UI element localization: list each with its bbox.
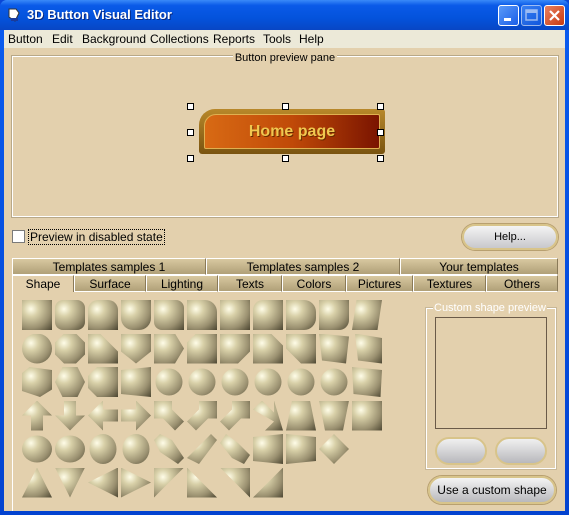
custom-shape-preview-group: Custom shape preview <box>425 302 557 470</box>
minimize-icon <box>504 18 511 21</box>
use-custom-shape-button[interactable]: Use a custom shape <box>428 476 556 504</box>
shape-option[interactable] <box>319 333 349 364</box>
tab-others[interactable]: Others <box>486 275 558 292</box>
template-tabs: Templates samples 1 Templates samples 2 … <box>12 258 558 275</box>
minimize-button[interactable] <box>498 5 519 26</box>
resize-handle-n[interactable] <box>282 103 289 110</box>
tab-templates-samples-1[interactable]: Templates samples 1 <box>12 258 206 275</box>
resize-handle-nw[interactable] <box>187 103 194 110</box>
disabled-state-label[interactable]: Preview in disabled state <box>28 229 165 245</box>
tab-templates-samples-2[interactable]: Templates samples 2 <box>206 258 400 275</box>
preview-pane-legend: Button preview pane <box>232 52 338 64</box>
button-preview-pane: Button preview pane Home page <box>11 52 559 218</box>
menu-bar: Button Edit Background Collections Repor… <box>4 30 565 48</box>
tab-shape[interactable]: Shape <box>12 275 74 292</box>
shape-option[interactable] <box>121 300 151 330</box>
title-bar[interactable]: 3D Button Visual Editor <box>0 0 569 30</box>
menu-edit[interactable]: Edit <box>52 32 73 46</box>
maximize-button[interactable] <box>521 5 542 26</box>
shape-option[interactable] <box>22 300 52 330</box>
custom-shape-load-button[interactable] <box>435 437 487 465</box>
shape-option[interactable] <box>22 333 52 364</box>
tab-your-templates[interactable]: Your templates <box>400 258 558 275</box>
resize-handle-e[interactable] <box>377 129 384 136</box>
menu-collections[interactable]: Collections <box>150 32 209 46</box>
custom-shape-preview <box>435 317 547 429</box>
app-icon <box>8 8 20 22</box>
resize-handle-sw[interactable] <box>187 155 194 162</box>
custom-shape-legend: Custom shape preview <box>433 302 547 314</box>
shape-option[interactable] <box>352 400 382 431</box>
shape-option[interactable] <box>88 300 118 330</box>
tab-pictures[interactable]: Pictures <box>346 275 413 292</box>
tab-texts[interactable]: Texts <box>218 275 282 292</box>
shape-option[interactable] <box>55 300 85 330</box>
menu-background[interactable]: Background <box>82 32 146 46</box>
shape-option[interactable] <box>352 367 382 397</box>
menu-help[interactable]: Help <box>299 32 324 46</box>
resize-handle-se[interactable] <box>377 155 384 162</box>
preview-button-label: Home page <box>248 122 336 140</box>
tab-surface[interactable]: Surface <box>74 275 146 292</box>
custom-shape-clear-button[interactable] <box>495 437 547 465</box>
maximize-icon <box>525 9 538 21</box>
shape-option[interactable] <box>253 300 283 330</box>
tab-textures[interactable]: Textures <box>413 275 486 292</box>
property-tabs: Shape Surface Lighting Texts Colors Pict… <box>12 275 558 292</box>
shape-option[interactable] <box>220 300 250 330</box>
menu-tools[interactable]: Tools <box>263 32 291 46</box>
window-title: 3D Button Visual Editor <box>27 7 172 22</box>
client-area: Button Edit Background Collections Repor… <box>4 30 565 511</box>
shape-option[interactable] <box>286 434 316 464</box>
close-icon <box>549 10 560 21</box>
menu-button[interactable]: Button <box>8 32 43 46</box>
shape-option[interactable] <box>319 300 349 330</box>
preview-button[interactable]: Home page <box>199 109 385 154</box>
shape-option[interactable] <box>352 300 382 330</box>
shape-option[interactable] <box>286 300 316 330</box>
disabled-state-checkbox[interactable] <box>12 230 25 243</box>
help-button[interactable]: Help... <box>462 224 558 250</box>
shape-option[interactable] <box>154 300 184 330</box>
tab-lighting[interactable]: Lighting <box>146 275 218 292</box>
shape-option[interactable] <box>253 434 283 464</box>
menu-reports[interactable]: Reports <box>213 32 255 46</box>
tab-colors[interactable]: Colors <box>282 275 346 292</box>
app-window: 3D Button Visual Editor Button Edit Back… <box>0 0 569 515</box>
resize-handle-ne[interactable] <box>377 103 384 110</box>
resize-handle-s[interactable] <box>282 155 289 162</box>
shape-option[interactable] <box>187 333 217 364</box>
shape-option[interactable] <box>88 367 118 397</box>
resize-handle-w[interactable] <box>187 129 194 136</box>
close-button[interactable] <box>544 5 565 26</box>
shape-option[interactable] <box>187 300 217 330</box>
shape-option[interactable] <box>121 367 151 397</box>
shape-option[interactable] <box>55 333 85 364</box>
